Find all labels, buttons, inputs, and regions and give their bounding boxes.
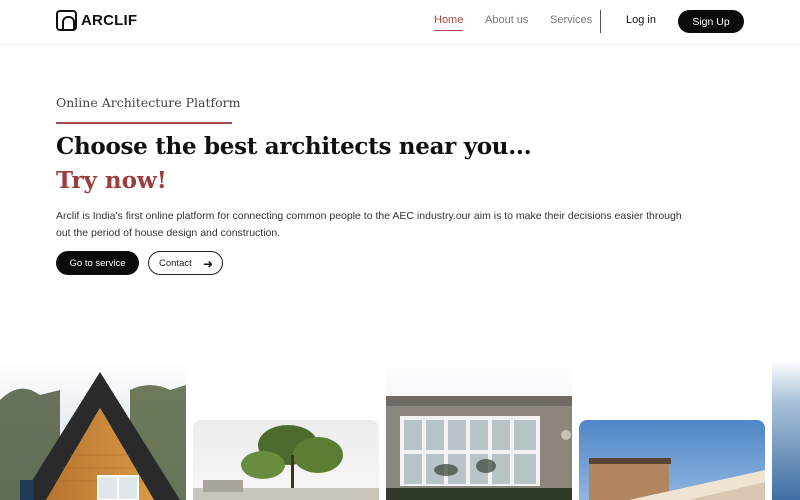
nav-services[interactable]: Services [550,14,592,26]
modern-facade-image[interactable] [386,360,572,500]
login-link[interactable]: Log in [626,14,656,26]
nav-about-us[interactable]: About us [485,14,528,26]
nav-home[interactable]: Home [434,14,464,31]
signup-button[interactable]: Sign Up [678,10,744,33]
hero-subtitle: Try now! [56,167,167,194]
logo-icon [56,10,77,31]
arrow-right-icon: ➜ [202,257,213,271]
contact-label: Contact [159,257,192,269]
navbar: ARCLIF Home About us Services Log in Sig… [0,0,800,44]
courtyard-image[interactable] [193,420,379,500]
go-to-service-button[interactable]: Go to service [56,251,139,275]
brand-logo[interactable]: ARCLIF [56,10,137,31]
edge-image [772,360,800,500]
contact-button[interactable]: Contact ➜ [148,251,223,275]
hero-title: Choose the best architects near you... [56,133,532,160]
hero-description: Arclif is India's first online platform … [56,210,682,239]
eyebrow-underline [56,122,232,124]
nav-divider [600,10,601,33]
brand-name: ARCLIF [81,12,138,29]
blue-sky-house-image[interactable] [579,420,765,500]
a-frame-house-image[interactable] [0,360,186,500]
project-gallery [0,360,800,500]
hero-eyebrow: Online Architecture Platform [56,95,241,110]
